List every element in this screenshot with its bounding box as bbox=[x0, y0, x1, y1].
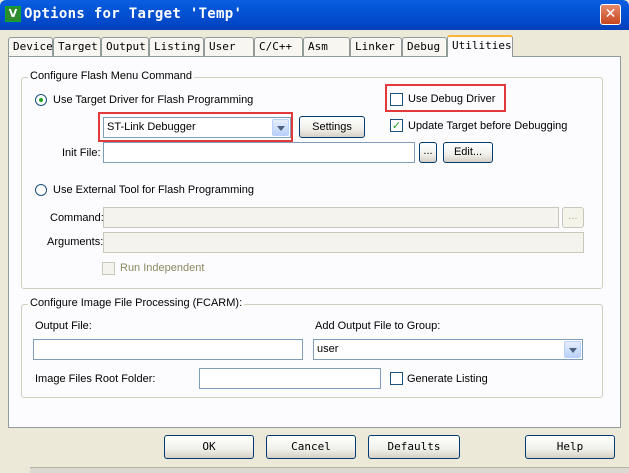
defaults-button[interactable]: Defaults bbox=[368, 435, 460, 459]
tab-linker[interactable]: Linker bbox=[350, 37, 402, 56]
title-bar[interactable]: V Options for Target 'Temp' ✕ bbox=[0, 0, 629, 30]
use-external-tool-label: Use External Tool for Flash Programming bbox=[53, 184, 254, 196]
tab-target[interactable]: Target bbox=[53, 37, 101, 56]
flash-group-label: Configure Flash Menu Command bbox=[28, 70, 195, 82]
keil-v-icon: V bbox=[5, 6, 21, 22]
init-file-label: Init File: bbox=[62, 147, 101, 159]
root-folder-field[interactable] bbox=[199, 368, 381, 389]
generate-listing-checkbox[interactable] bbox=[390, 372, 403, 385]
command-label: Command: bbox=[50, 212, 104, 224]
tab-debug[interactable]: Debug bbox=[402, 37, 447, 56]
output-file-field[interactable] bbox=[33, 339, 303, 360]
command-field[interactable] bbox=[103, 207, 559, 228]
tab-device[interactable]: Device bbox=[8, 37, 53, 56]
add-output-group-value: user bbox=[317, 343, 339, 355]
background-window-edge bbox=[30, 467, 629, 473]
init-file-browse-button[interactable]: ... bbox=[419, 142, 437, 163]
tab-c-cpp[interactable]: C/C++ bbox=[254, 37, 303, 56]
tab-asm[interactable]: Asm bbox=[303, 37, 350, 56]
ok-button[interactable]: OK bbox=[164, 435, 254, 459]
image-group-label: Configure Image File Processing (FCARM): bbox=[28, 297, 245, 309]
flash-group: Configure Flash Menu Command bbox=[21, 70, 603, 289]
highlight-box-debug-driver bbox=[385, 84, 506, 112]
root-folder-label: Image Files Root Folder: bbox=[35, 373, 156, 385]
tab-user[interactable]: User bbox=[204, 37, 254, 56]
update-target-label: Update Target before Debugging bbox=[408, 120, 568, 132]
run-independent-checkbox[interactable] bbox=[102, 262, 115, 275]
close-icon: ✕ bbox=[604, 6, 617, 22]
window-title: Options for Target 'Temp' bbox=[24, 6, 243, 22]
chevron-down-icon[interactable] bbox=[564, 341, 581, 358]
add-output-group-select[interactable]: user bbox=[313, 339, 583, 360]
use-target-driver-label: Use Target Driver for Flash Programming bbox=[53, 94, 254, 106]
use-external-tool-radio[interactable] bbox=[35, 184, 47, 196]
options-dialog: V Options for Target 'Temp' ✕ Device Tar… bbox=[0, 0, 629, 473]
generate-listing-label: Generate Listing bbox=[407, 373, 488, 385]
close-button[interactable]: ✕ bbox=[600, 4, 621, 25]
command-browse-button[interactable]: ... bbox=[562, 207, 584, 228]
tab-utilities[interactable]: Utilities bbox=[447, 35, 513, 57]
arguments-label: Arguments: bbox=[47, 236, 104, 248]
cancel-button[interactable]: Cancel bbox=[266, 435, 356, 459]
tab-listing[interactable]: Listing bbox=[149, 37, 204, 56]
help-button[interactable]: Help bbox=[525, 435, 615, 459]
update-target-checkbox[interactable]: ✓ bbox=[390, 119, 403, 132]
output-file-label: Output File: bbox=[35, 320, 92, 332]
arguments-field[interactable] bbox=[103, 232, 584, 253]
use-target-driver-radio[interactable] bbox=[35, 94, 47, 106]
add-output-label: Add Output File to Group: bbox=[315, 320, 441, 332]
tab-output[interactable]: Output bbox=[101, 37, 149, 56]
edit-button[interactable]: Edit... bbox=[443, 142, 493, 163]
settings-button[interactable]: Settings bbox=[299, 116, 365, 138]
run-independent-label: Run Independent bbox=[120, 262, 205, 274]
init-file-field[interactable] bbox=[103, 142, 415, 163]
highlight-box-driver bbox=[98, 112, 293, 142]
